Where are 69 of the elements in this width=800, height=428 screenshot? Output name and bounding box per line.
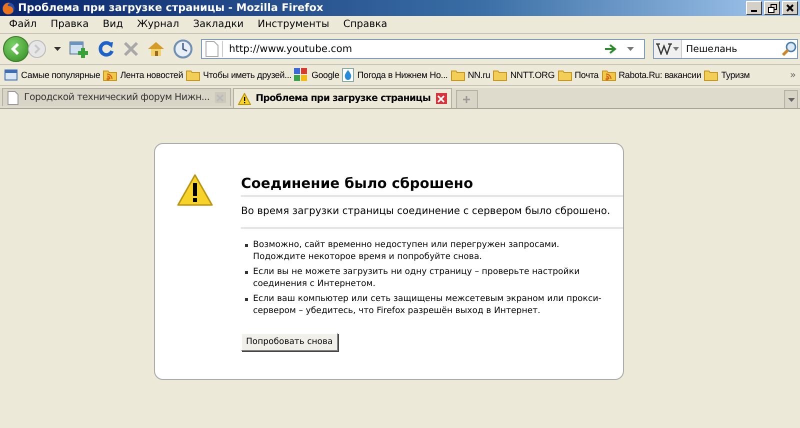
go-arrow-icon[interactable] [605, 44, 617, 54]
menu-item[interactable]: Справка [336, 19, 394, 30]
menu-item[interactable]: Файл [2, 19, 44, 30]
try-again-button[interactable]: Попробовать снова [241, 333, 338, 351]
bullet-icon [245, 244, 248, 247]
clock-icon[interactable] [173, 39, 193, 59]
reload-icon[interactable] [97, 40, 115, 58]
hint-text: Возможно, сайт временно недоступен или перегружен запросами. Подождите некоторое время и попробуйте снова. [253, 239, 560, 263]
restore-button[interactable] [764, 1, 780, 15]
page-icon [4, 68, 18, 82]
rss-folder-icon [103, 69, 118, 81]
bullet-icon [245, 271, 248, 274]
browser-tab[interactable]: Проблема при загрузке страницы [232, 88, 452, 108]
menu-item[interactable]: Инструменты [250, 19, 336, 30]
bookmark-item[interactable]: Почта [558, 69, 599, 81]
menu-item[interactable]: Журнал [130, 19, 186, 30]
bullet-icon [245, 298, 248, 301]
search-icon[interactable] [781, 41, 797, 57]
restore-icon [768, 4, 776, 12]
bookmark-item[interactable]: Лента новостей [103, 69, 184, 81]
window-title: Проблема при загрузке страницы - Mozilla Firefox [18, 2, 324, 14]
folder-icon [704, 69, 718, 81]
search-field[interactable]: Пешелань [653, 39, 798, 59]
letter-w-icon [656, 43, 672, 55]
bookmark-item[interactable]: Самые популярные [4, 68, 100, 82]
folder-icon [450, 69, 465, 81]
bookmark-item[interactable]: Чтобы иметь друзей... [186, 69, 292, 81]
error-message: Во время загрузки страницы соединение с сервером было сброшено. [241, 197, 623, 229]
dropdown-caret-icon[interactable] [54, 47, 61, 51]
warning-icon [238, 92, 251, 104]
menu-item[interactable]: Вид [96, 19, 130, 30]
bookmark-item[interactable]: NNTT.ORG [493, 69, 555, 81]
page-icon [7, 90, 19, 104]
plus-icon [462, 95, 472, 104]
home-icon[interactable] [147, 41, 165, 57]
tab-list-button[interactable] [784, 90, 798, 108]
bookmark-item[interactable]: Погода в Нижнем Но... [342, 68, 448, 82]
menu-item[interactable]: Правка [44, 19, 96, 30]
folder-icon [558, 69, 572, 81]
new-window-icon[interactable] [69, 40, 89, 58]
more-bookmarks-button[interactable]: » [786, 70, 800, 80]
url-text: http://www.youtube.com [229, 44, 354, 54]
address-field[interactable]: http://www.youtube.com [201, 39, 645, 59]
bookmark-item[interactable]: Google [294, 68, 340, 82]
search-engine-icon[interactable] [654, 40, 682, 58]
menu-item[interactable]: Закладки [186, 19, 251, 30]
close-button[interactable] [782, 1, 798, 15]
browser-logo-icon [2, 2, 15, 14]
bookmark-item[interactable]: Туризм [704, 69, 750, 81]
browser-tab[interactable]: Городской технический форум Нижн... [2, 88, 231, 106]
dropdown-caret-icon[interactable] [627, 47, 634, 51]
dropdown-caret-icon [673, 47, 679, 51]
close-tab-icon[interactable] [436, 93, 447, 104]
rss-folder-icon [602, 69, 616, 81]
colored-squares-icon [294, 68, 308, 82]
folder-icon [493, 69, 508, 81]
folder-icon [186, 69, 200, 81]
close-icon [786, 4, 794, 12]
minimize-button[interactable] [746, 1, 762, 15]
dropdown-caret-icon [788, 98, 794, 102]
back-button[interactable] [3, 36, 29, 62]
hint-text: Если вы не можете загрузить ни одну страницу – проверьте настройки соединения с Интернетом. [253, 266, 581, 290]
search-text: Пешелань [686, 44, 738, 54]
droplet-icon [342, 68, 354, 82]
bookmark-item[interactable]: NN.ru [450, 69, 490, 81]
error-title: Соединение было сброшено [241, 174, 623, 197]
hint-text: Если ваш компьютер или сеть защищены межсетевым экраном или прокси-сервером – убедитесь, что Firefox разрешён выход в Интернет. [253, 293, 602, 317]
bookmark-item[interactable]: Rabota.Ru: вакансии [602, 69, 702, 81]
warning-icon [177, 174, 213, 206]
